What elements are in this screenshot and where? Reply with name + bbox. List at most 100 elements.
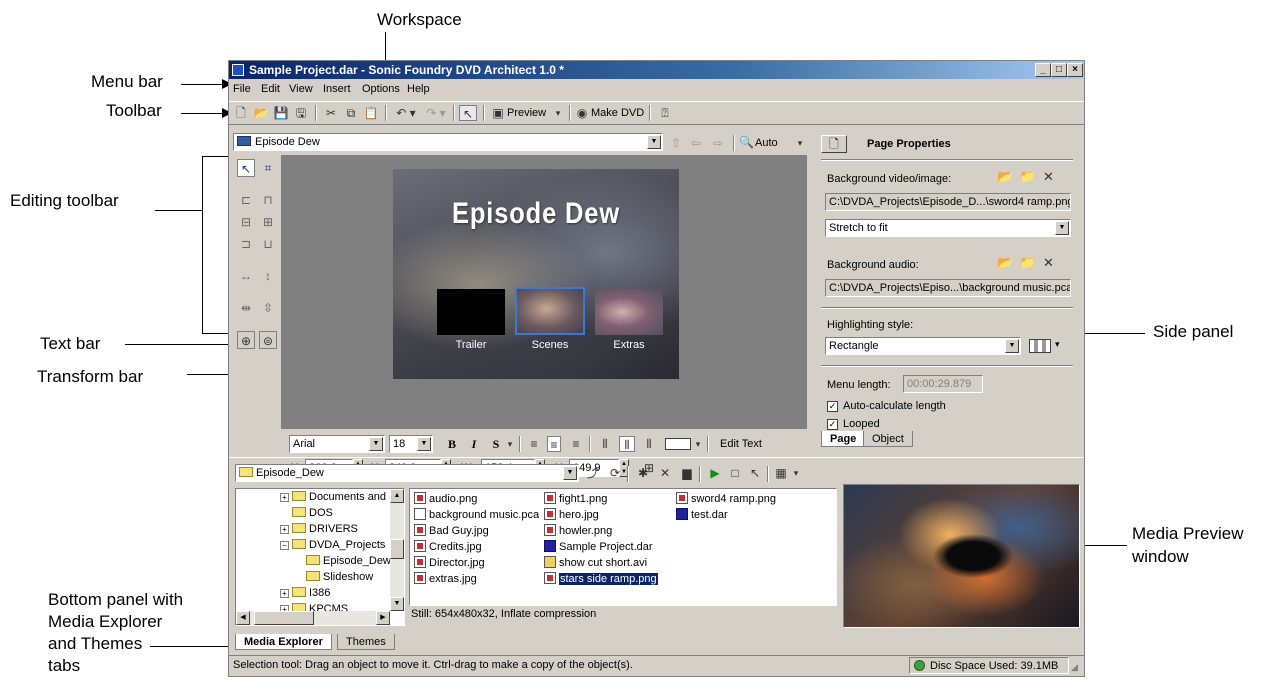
undo-icon[interactable]: ↶ ▾ <box>393 105 419 121</box>
tree-item[interactable]: Episode_Dew <box>306 555 391 567</box>
make-dvd-button[interactable]: Make DVD <box>591 105 647 121</box>
highlight-dropdown-icon[interactable]: ▼ <box>1005 339 1019 353</box>
highlight-color-swatch[interactable] <box>1029 339 1051 353</box>
scroll-up-icon[interactable]: ▲ <box>390 489 404 503</box>
font-size-dropdown-icon[interactable]: ▼ <box>417 437 431 451</box>
marquee-tool-icon[interactable]: ⌗ <box>259 159 277 177</box>
zoom-icon[interactable]: 🔍 <box>739 134 754 150</box>
paste-icon[interactable]: 📋 <box>363 105 379 121</box>
selection-tool-icon[interactable]: ↖ <box>459 105 477 121</box>
font-size-select[interactable]: 18 ▼ <box>389 435 433 453</box>
delete-icon[interactable]: ✕ <box>657 465 673 481</box>
shadow-button[interactable]: S <box>489 436 503 452</box>
scenes-thumbnail[interactable] <box>515 287 585 335</box>
open-folder-icon[interactable]: 📂 <box>997 255 1013 271</box>
browse-folder-icon[interactable]: 📁 <box>1019 169 1035 185</box>
bg-audio-path[interactable]: C:\DVDA_Projects\Episo...\background mus… <box>825 279 1071 297</box>
maximize-button[interactable]: □ <box>1051 63 1067 77</box>
file-item[interactable]: test.dar <box>676 508 728 521</box>
redo-icon[interactable]: ↷ ▾ <box>423 105 449 121</box>
valign-top-icon[interactable]: ⦀ <box>597 436 613 452</box>
file-item[interactable]: Credits.jpg <box>414 540 482 553</box>
font-dropdown-icon[interactable]: ▼ <box>369 437 383 451</box>
zoom-dropdown-icon[interactable]: ▾ <box>795 135 805 151</box>
title-bar[interactable]: Sample Project.dar - Sonic Foundry DVD A… <box>229 61 1084 79</box>
center-vertical-icon[interactable]: ⊜ <box>259 331 277 349</box>
favorites-folder-icon[interactable]: ▆ <box>679 465 695 481</box>
tree-item[interactable]: + Documents and S <box>280 491 396 503</box>
menu-page-canvas[interactable]: Episode Dew Trailer Scenes Extras <box>393 169 679 379</box>
file-item[interactable]: fight1.png <box>544 492 607 505</box>
align-right-icon[interactable]: ⊐ <box>237 235 255 253</box>
page-selector[interactable]: Episode Dew ▼ <box>233 133 663 151</box>
align-center-icon[interactable]: ⊟ <box>237 213 255 231</box>
space-vertical-icon[interactable]: ⇳ <box>259 299 277 317</box>
tree-item[interactable]: + DRIVERS <box>280 523 358 535</box>
scroll-down-icon[interactable]: ▼ <box>390 597 404 611</box>
tree-scrollbar[interactable]: ▲ ▼ <box>390 489 404 611</box>
play-icon[interactable]: ▶ <box>707 465 723 481</box>
workspace[interactable]: Episode Dew Trailer Scenes Extras <box>281 155 807 429</box>
stretch-select[interactable]: Stretch to fit ▼ <box>825 219 1071 237</box>
shadow-dropdown-icon[interactable]: ▾ <box>505 436 515 452</box>
tab-page[interactable]: Page <box>821 431 866 447</box>
clear-x-icon[interactable]: ✕ <box>1043 255 1054 271</box>
menu-insert[interactable]: Insert <box>323 83 351 95</box>
trailer-button-label[interactable]: Trailer <box>431 339 511 351</box>
cut-icon[interactable]: ✂ <box>323 105 339 121</box>
forward-icon[interactable]: ⇨ <box>711 135 725 151</box>
extras-button-label[interactable]: Extras <box>589 339 669 351</box>
italic-button[interactable]: I <box>467 436 481 452</box>
trailer-thumbnail[interactable] <box>437 289 505 335</box>
open-folder-icon[interactable]: 📂 <box>253 105 269 121</box>
scroll-left-icon[interactable]: ◀ <box>236 611 250 625</box>
tree-item[interactable]: DOS <box>292 507 333 519</box>
stop-icon[interactable]: □ <box>727 465 743 481</box>
menu-edit[interactable]: Edit <box>261 83 280 95</box>
file-item[interactable]: Sample Project.dar <box>544 540 653 553</box>
align-left-icon[interactable]: ⊏ <box>237 191 255 209</box>
menu-help[interactable]: Help <box>407 83 430 95</box>
views-icon[interactable]: ▦ <box>773 465 789 481</box>
center-horizontal-icon[interactable]: ⊕ <box>237 331 255 349</box>
stretch-dropdown-icon[interactable]: ▼ <box>1055 221 1069 235</box>
highlight-color-dropdown-icon[interactable]: ▾ <box>1055 339 1060 350</box>
page-up-icon[interactable]: ⇧ <box>669 135 683 151</box>
file-item-selected[interactable]: stars side ramp.png <box>544 572 658 585</box>
text-color-dropdown-icon[interactable]: ▾ <box>693 436 703 452</box>
browse-folder-icon[interactable]: 📁 <box>1019 255 1035 271</box>
font-select[interactable]: Arial ▼ <box>289 435 385 453</box>
align-middle-icon[interactable]: ⊞ <box>259 213 277 231</box>
preview-dropdown-icon[interactable]: ▾ <box>553 105 563 121</box>
new-file-icon[interactable]: 🗋 <box>233 105 249 121</box>
make-dvd-icon[interactable]: ◉ <box>575 105 589 121</box>
file-item[interactable]: Director.jpg <box>414 556 485 569</box>
open-folder-icon[interactable]: 📂 <box>997 169 1013 185</box>
minimize-button[interactable]: _ <box>1035 63 1051 77</box>
menu-file[interactable]: File <box>233 83 251 95</box>
page-selector-dropdown-icon[interactable]: ▼ <box>647 135 661 149</box>
views-dropdown-icon[interactable]: ▾ <box>791 465 801 481</box>
tree-item[interactable]: + I386 <box>280 587 330 599</box>
space-horizontal-icon[interactable]: ⇹ <box>237 299 255 317</box>
hscroll-thumb[interactable] <box>254 611 314 625</box>
scenes-button-label[interactable]: Scenes <box>510 339 590 351</box>
refresh-icon[interactable]: ⟳ <box>607 465 623 481</box>
preview-icon[interactable]: ▣ <box>491 105 505 121</box>
pointer-tool-icon[interactable]: ↖ <box>237 159 255 177</box>
align-bottom-icon[interactable]: ⊔ <box>259 235 277 253</box>
help-pointer-icon[interactable]: ⍰ <box>657 105 673 121</box>
auto-calc-checkbox[interactable]: ✓ <box>827 401 838 412</box>
same-width-icon[interactable]: ↔ <box>237 267 255 285</box>
valign-middle-icon[interactable]: ⦀ <box>619 436 635 452</box>
menu-length-input[interactable]: 00:00:29.879 <box>903 375 983 393</box>
looped-checkbox[interactable]: ✓ <box>827 419 838 430</box>
up-folder-icon[interactable]: ⤴ <box>585 465 601 481</box>
scroll-right-icon[interactable]: ▶ <box>376 611 390 625</box>
explorer-path-select[interactable]: Episode_Dew ▼ <box>235 464 579 482</box>
save-icon[interactable]: 💾 <box>273 105 289 121</box>
same-height-icon[interactable]: ↕ <box>259 267 277 285</box>
file-item[interactable]: show cut short.avi <box>544 556 647 569</box>
back-icon[interactable]: ⇦ <box>689 135 703 151</box>
auto-preview-icon[interactable]: ↖ <box>747 465 763 481</box>
